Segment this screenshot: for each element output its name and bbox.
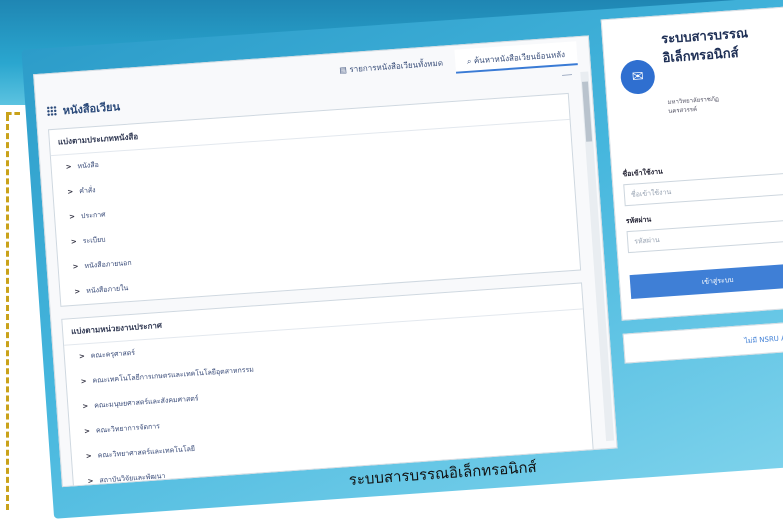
envelope-icon: ✉ xyxy=(619,58,656,96)
tab-all-letters[interactable]: ▤ รายการหนังสือเวียนทั้งหมด xyxy=(326,50,455,83)
collapse-icon[interactable]: — xyxy=(561,68,573,82)
chevron-right-icon: > xyxy=(68,212,76,222)
chevron-right-icon: > xyxy=(87,476,94,486)
login-panel: ✉ ระบบสารบรรณอิเล็กทรอนิกส์ มหาวิทยาลัยร… xyxy=(600,5,783,321)
scroll-thumb[interactable] xyxy=(581,81,593,142)
chevron-right-icon: > xyxy=(82,402,89,411)
login-button[interactable]: เข้าสู่ระบบ xyxy=(629,262,783,300)
circular-letters-panel: ▤ รายการหนังสือเวียนทั้งหมด ⌕ ค้นหาหนังส… xyxy=(33,35,618,488)
list-icon: ▤ xyxy=(339,65,350,75)
dashed-border-left xyxy=(6,115,9,510)
chevron-right-icon: > xyxy=(80,377,87,386)
chevron-right-icon: > xyxy=(67,187,74,197)
chevron-right-icon: > xyxy=(78,352,86,361)
organization-name: มหาวิทยาลัยราชภัฏนครสวรรค์ xyxy=(667,95,720,115)
chevron-right-icon: > xyxy=(85,452,93,461)
login-form: ชื่อเข้าใช้งาน ชื่อเข้าใช้งาน รหัสผ่าน ร… xyxy=(621,147,783,300)
chevron-right-icon: > xyxy=(83,427,91,436)
chevron-right-icon: > xyxy=(74,287,81,296)
chevron-right-icon: > xyxy=(72,262,79,271)
chevron-right-icon: > xyxy=(70,237,78,246)
system-title: ระบบสารบรรณอิเล็กทรอนิกส์ xyxy=(660,26,749,67)
section-by-type: แบ่งตามประเภทหนังสือ > หนังสือ > คำสั่ง > ป… xyxy=(47,92,582,307)
chevron-right-icon: > xyxy=(65,162,72,172)
tab-search-letters[interactable]: ⌕ ค้นหาหนังสือเวียนย้อนหลัง xyxy=(454,41,578,74)
screenshot-frame: ▤ รายการหนังสือเวียนทั้งหมด ⌕ ค้นหาหนังส… xyxy=(20,0,783,529)
grid-icon xyxy=(46,105,58,117)
page-title: หนังสือเวียน xyxy=(46,97,120,120)
